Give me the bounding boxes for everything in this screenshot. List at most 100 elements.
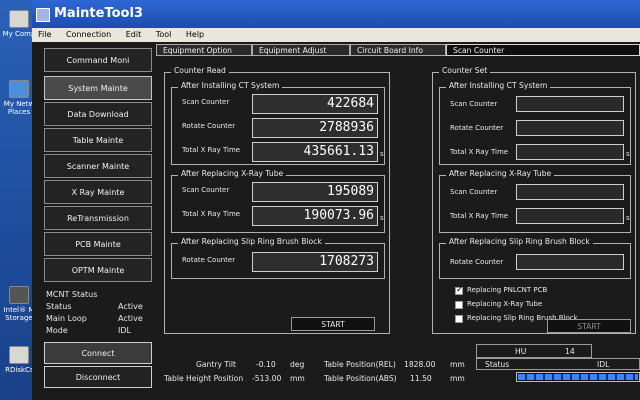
table-height-unit: mm [290,374,305,383]
set-total-xray-unit: s [626,150,630,158]
status-label: Status [485,360,510,369]
network-icon [9,80,29,98]
desktop-icon-label: My Comp [2,30,36,38]
tab-equipment-adjust[interactable]: Equipment Adjust [252,44,350,56]
counter-read-start-button[interactable]: START [291,317,375,331]
counter-read-title: Counter Read [171,66,229,75]
menu-tool[interactable]: Tool [156,30,172,39]
desktop-icon-label: Intel® M Storage [3,306,35,322]
read-rotate-counter-value: 2788936 [252,118,378,138]
menu-bar: File Connection Edit Tool Help [32,28,640,42]
nav-xray-mainte[interactable]: X Ray Mainte [44,180,152,204]
table-abs-label: Table Position(ABS) [324,374,397,383]
set-slip-ring-title: After Replacing Slip Ring Brush Block [446,237,593,246]
table-height-value: -513.00 [252,374,282,383]
set-ct-system-group: After Installing CT System Scan Counter … [439,81,631,165]
tab-scan-counter[interactable]: Scan Counter [446,44,640,56]
desktop-icon-intel-storage[interactable]: Intel® M Storage [2,286,36,322]
progress-fill [518,374,638,380]
menu-file[interactable]: File [38,30,51,39]
storage-icon [9,286,29,304]
mcnt-main-loop-row: Main Loop Active [46,314,154,326]
set-total-xray-input[interactable] [516,144,624,160]
nav-pcb-mainte[interactable]: PCB Mainte [44,232,152,256]
desktop-icon-label: My Netw Places [3,100,35,116]
hu-box: HU 14 [476,344,592,358]
mcnt-main-loop-value: Active [118,314,143,323]
set-tube-total-xray-label: Total X Ray Time [450,212,509,220]
disconnect-button[interactable]: Disconnect [44,366,152,388]
read-total-xray-unit: s [380,150,384,158]
set-slip-rotate-counter-input[interactable] [516,254,624,270]
mcnt-status-title: MCNT Status [46,290,98,299]
table-rel-unit: mm [450,360,465,369]
hu-value: 14 [565,347,575,356]
check-replacing-xray-tube[interactable] [455,301,463,309]
desktop-icon-label: RDiskCr [5,366,33,374]
set-xray-tube-title: After Replacing X-Ray Tube [446,169,555,178]
nav-optm-mainte[interactable]: OPTM Mainte [44,258,152,282]
read-slip-ring-group: After Replacing Slip Ring Brush Block Ro… [171,237,385,279]
set-tube-total-xray-input[interactable] [516,208,624,224]
read-tube-total-xray-value: 190073.96 [252,206,378,226]
gantry-tilt-unit: deg [290,360,305,369]
scan-counter-content: Counter Read After Installing CT System … [156,60,640,340]
read-scan-counter-label: Scan Counter [182,98,230,106]
desktop-icon-my-computer[interactable]: My Comp [2,10,36,38]
mcnt-mode-value: IDL [118,326,131,335]
nav-retransmission[interactable]: ReTransmission [44,206,152,230]
set-tube-total-xray-unit: s [626,214,630,222]
menu-connection[interactable]: Connection [66,30,111,39]
read-total-xray-value: 435661.13 [252,142,378,162]
read-ct-system-title: After Installing CT System [178,81,283,90]
table-height-label: Table Height Position [164,374,244,383]
gantry-tilt-label: Gantry Tilt [196,360,236,369]
tab-bar: Equipment Option Equipment Adjust Circui… [156,44,640,58]
set-rotate-counter-input[interactable] [516,120,624,136]
menu-edit[interactable]: Edit [126,30,142,39]
nav-command-moni[interactable]: Command Moni [44,48,152,72]
set-scan-counter-label: Scan Counter [450,100,498,108]
check-replacing-slip-ring[interactable] [455,315,463,323]
read-slip-ring-title: After Replacing Slip Ring Brush Block [178,237,325,246]
tab-circuit-board-info[interactable]: Circuit Board Info [350,44,446,56]
desktop-icon-my-network-places[interactable]: My Netw Places [2,80,36,116]
set-slip-rotate-counter-label: Rotate Counter [450,258,504,266]
read-ct-system-group: After Installing CT System Scan Counter … [171,81,385,165]
read-tube-total-xray-label: Total X Ray Time [182,210,241,218]
nav-table-mainte[interactable]: Table Mainte [44,128,152,152]
read-tube-scan-counter-label: Scan Counter [182,186,230,194]
read-tube-scan-counter-value: 195089 [252,182,378,202]
computer-icon [9,10,29,28]
read-slip-rotate-counter-label: Rotate Counter [182,256,236,264]
desktop-icon-rdiskcr[interactable]: RDiskCr [2,346,36,374]
read-xray-tube-title: After Replacing X-Ray Tube [178,169,287,178]
read-rotate-counter-label: Rotate Counter [182,122,236,130]
set-scan-counter-input[interactable] [516,96,624,112]
check-replacing-xray-tube-label: Replacing X-Ray Tube [467,300,543,308]
mcnt-status-value: Active [118,302,143,311]
tab-equipment-option[interactable]: Equipment Option [156,44,252,56]
window-title: MainteTool3 [54,6,143,21]
read-xray-tube-group: After Replacing X-Ray Tube Scan Counter … [171,169,385,233]
mcnt-main-loop-label: Main Loop [46,314,87,323]
counter-set-start-button[interactable]: START [547,319,631,333]
app-icon [36,8,50,22]
nav-scanner-mainte[interactable]: Scanner Mainte [44,154,152,178]
mcnt-status-label: Status [46,302,72,311]
counter-set-title: Counter Set [439,66,491,75]
counter-read-group: Counter Read After Installing CT System … [164,66,390,334]
connect-button[interactable]: Connect [44,342,152,364]
mcnt-status-row: Status Active [46,302,154,314]
nav-system-mainte[interactable]: System Mainte [44,76,152,100]
window-titlebar[interactable]: MainteTool3 [32,0,640,28]
mcnt-mode-row: Mode IDL [46,326,154,338]
progress-bar [516,372,640,382]
set-tube-scan-counter-label: Scan Counter [450,188,498,196]
nav-data-download[interactable]: Data Download [44,102,152,126]
gantry-tilt-value: -0.10 [256,360,276,369]
menu-help[interactable]: Help [186,30,204,39]
check-replacing-pnlcnt-pcb[interactable] [455,285,464,295]
counter-set-group: Counter Set After Installing CT System S… [432,66,636,334]
set-tube-scan-counter-input[interactable] [516,184,624,200]
